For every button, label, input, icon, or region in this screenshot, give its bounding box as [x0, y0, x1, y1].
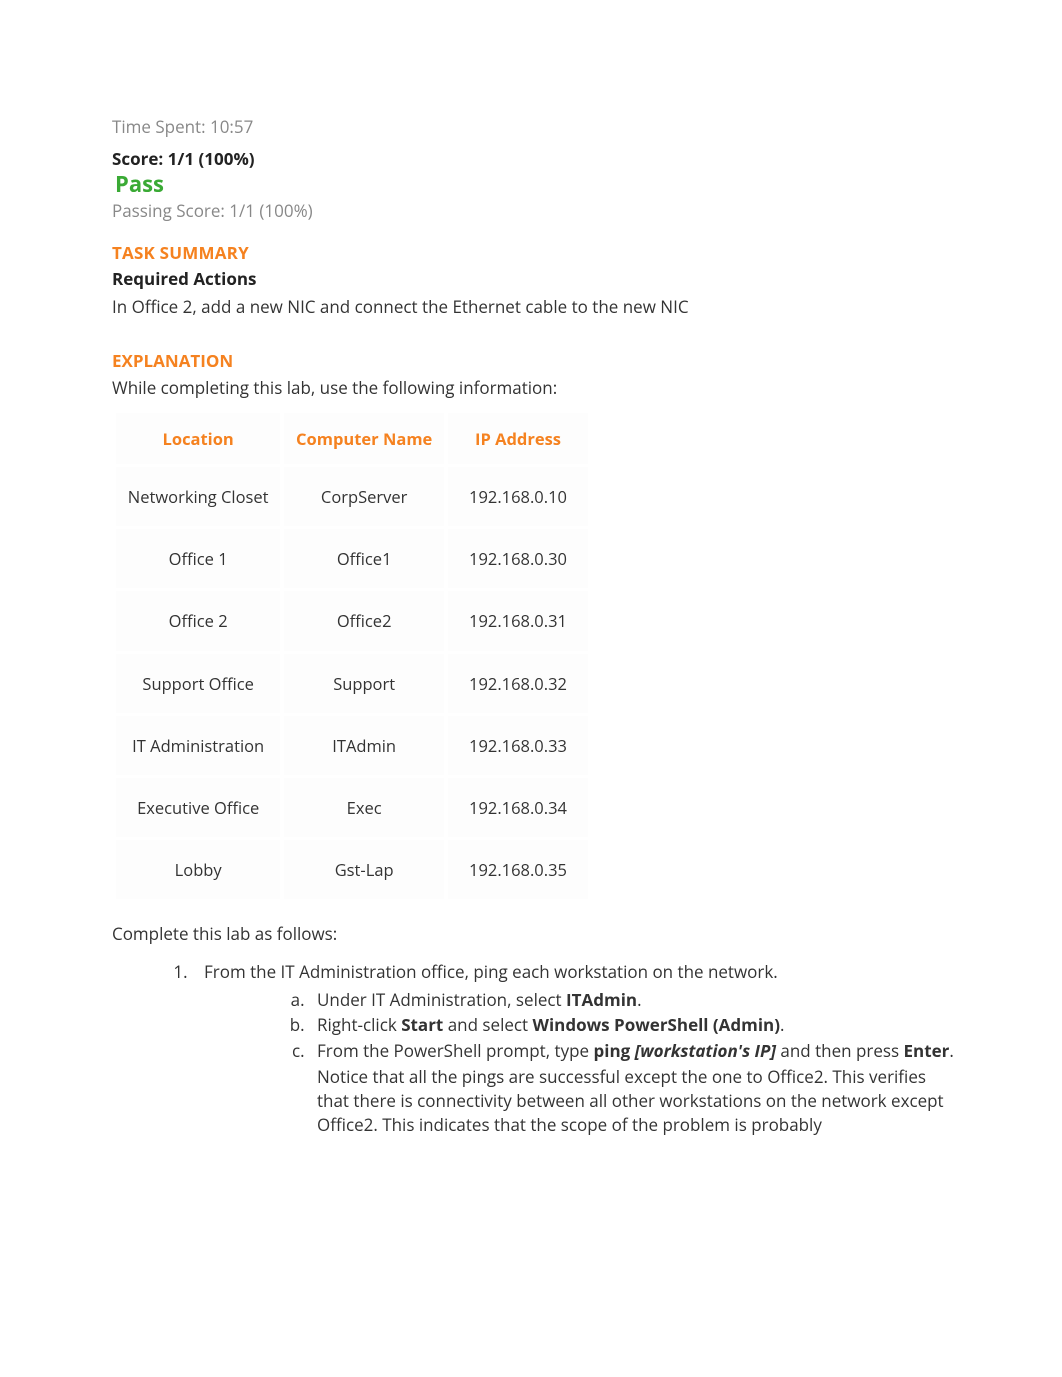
col-computer: Computer Name: [284, 413, 444, 464]
table-row: Executive Office Exec 192.168.0.34: [116, 778, 588, 837]
cell-location: IT Administration: [116, 716, 280, 775]
step-1: From the IT Administration office, ping …: [192, 960, 962, 1137]
task-summary-heading: TASK SUMMARY: [112, 241, 962, 265]
cell-ip: 192.168.0.34: [448, 778, 588, 837]
step-1a: Under IT Administration, select ITAdmin.: [309, 988, 962, 1012]
time-spent: Time Spent: 10:57: [112, 115, 962, 139]
step-1-text: From the IT Administration office, ping …: [204, 960, 778, 983]
pass-badge: Pass: [115, 169, 962, 200]
cell-ip: 192.168.0.10: [448, 467, 588, 526]
cell-computer: Support: [284, 654, 444, 713]
cell-ip: 192.168.0.32: [448, 654, 588, 713]
col-location: Location: [116, 413, 280, 464]
cell-ip: 192.168.0.31: [448, 591, 588, 650]
cell-computer: Office1: [284, 529, 444, 588]
cell-location: Executive Office: [116, 778, 280, 837]
cell-ip: 192.168.0.30: [448, 529, 588, 588]
info-table: Location Computer Name IP Address Networ…: [112, 410, 592, 902]
table-row: Office 2 Office2 192.168.0.31: [116, 591, 588, 650]
required-actions-heading: Required Actions: [112, 267, 962, 291]
table-row: Networking Closet CorpServer 192.168.0.1…: [116, 467, 588, 526]
score: Score: 1/1 (100%): [112, 147, 962, 171]
cell-ip: 192.168.0.33: [448, 716, 588, 775]
cell-computer: Gst-Lap: [284, 840, 444, 899]
table-row: IT Administration ITAdmin 192.168.0.33: [116, 716, 588, 775]
required-action-item: In Office 2, add a new NIC and connect t…: [112, 295, 962, 319]
cell-location: Office 2: [116, 591, 280, 650]
cell-location: Lobby: [116, 840, 280, 899]
cell-computer: Office2: [284, 591, 444, 650]
steps-list: From the IT Administration office, ping …: [112, 960, 962, 1137]
table-row: Lobby Gst-Lap 192.168.0.35: [116, 840, 588, 899]
step-1c-note: Notice that all the pings are successful…: [317, 1065, 962, 1136]
explanation-intro: While completing this lab, use the follo…: [112, 376, 962, 400]
cell-computer: CorpServer: [284, 467, 444, 526]
step-1b: Right-click Start and select Windows Pow…: [309, 1013, 962, 1037]
step-1c: From the PowerShell prompt, type ping [w…: [309, 1039, 962, 1136]
cell-computer: Exec: [284, 778, 444, 837]
table-row: Support Office Support 192.168.0.32: [116, 654, 588, 713]
cell-location: Networking Closet: [116, 467, 280, 526]
cell-computer: ITAdmin: [284, 716, 444, 775]
explanation-heading: EXPLANATION: [112, 349, 962, 373]
table-row: Office 1 Office1 192.168.0.30: [116, 529, 588, 588]
complete-lab-intro: Complete this lab as follows:: [112, 922, 962, 946]
passing-score: Passing Score: 1/1 (100%): [112, 199, 962, 223]
cell-location: Support Office: [116, 654, 280, 713]
table-header-row: Location Computer Name IP Address: [116, 413, 588, 464]
col-ip: IP Address: [448, 413, 588, 464]
cell-ip: 192.168.0.35: [448, 840, 588, 899]
cell-location: Office 1: [116, 529, 280, 588]
substeps-list: Under IT Administration, select ITAdmin.…: [204, 988, 962, 1137]
